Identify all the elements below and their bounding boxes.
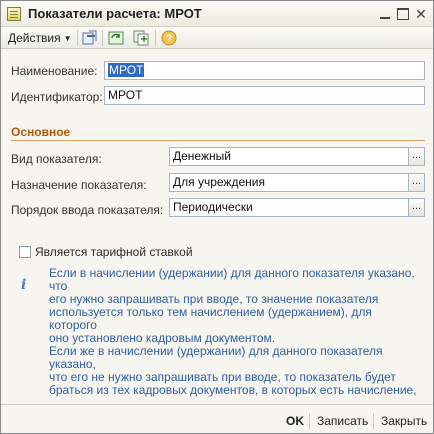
info-line: Если же в начислении (удержании) для дан… [49, 344, 383, 371]
chevron-down-icon: ▼ [63, 34, 72, 43]
new-icon[interactable] [82, 30, 99, 46]
input-order-select[interactable]: Периодически ... [169, 198, 425, 217]
identifier-field[interactable]: МРОТ [104, 86, 425, 105]
window-title: Показатели расчета: МРОТ [28, 6, 202, 21]
toolbar: Действия ▼ ? [1, 27, 433, 49]
help-icon[interactable]: ? [161, 30, 178, 46]
dialog-window: Показатели расчета: МРОТ ✕ Действия ▼ ? Н… [0, 0, 434, 434]
info-line: браться из тех кадровых документов, в ко… [49, 383, 417, 397]
section-title: Основное [11, 125, 71, 139]
title-bar[interactable]: Показатели расчета: МРОТ ✕ [1, 1, 433, 27]
ok-button[interactable]: OK [286, 414, 304, 428]
toolbar-divider [102, 30, 103, 46]
document-icon [7, 7, 21, 21]
minimize-button[interactable] [377, 6, 393, 22]
actions-menu-button[interactable]: Действия ▼ [6, 30, 74, 46]
info-icon: i [21, 277, 27, 293]
identifier-label: Идентификатор: [11, 90, 103, 104]
tariff-rate-label[interactable]: Является тарифной ставкой [35, 245, 193, 259]
actions-label: Действия [8, 31, 61, 45]
indicator-type-select[interactable]: Денежный ... [169, 147, 425, 166]
name-label: Наименование: [11, 64, 98, 78]
close-window-button[interactable]: ✕ [413, 6, 429, 22]
button-divider [309, 413, 310, 429]
copy-icon[interactable] [133, 30, 150, 46]
toolbar-divider [155, 30, 156, 46]
section-divider [11, 140, 425, 141]
input-order-label: Порядок ввода показателя: [11, 203, 164, 217]
indicator-type-label: Вид показателя: [11, 152, 102, 166]
button-divider [373, 413, 374, 429]
maximize-button[interactable] [395, 6, 411, 22]
indicator-purpose-label: Назначение показателя: [11, 178, 147, 192]
toolbar-divider [77, 30, 78, 46]
info-line: используется только тем начислением (уде… [49, 305, 372, 332]
name-field[interactable]: МРОТ [104, 61, 425, 80]
info-line: Если в начислении (удержании) для данног… [49, 266, 415, 293]
refresh-icon[interactable] [108, 30, 125, 46]
indicator-purpose-value: Для учреждения [169, 173, 409, 192]
save-button[interactable]: Записать [317, 414, 368, 428]
bottom-bar: OK Записать Закрыть [1, 404, 433, 433]
input-order-select-button[interactable]: ... [409, 198, 425, 217]
info-text: Если в начислении (удержании) для данног… [49, 267, 419, 397]
svg-text:?: ? [166, 33, 173, 45]
indicator-type-select-button[interactable]: ... [409, 147, 425, 166]
close-button[interactable]: Закрыть [381, 414, 427, 428]
name-value: МРОТ [108, 63, 145, 77]
indicator-type-value: Денежный [169, 147, 409, 166]
tariff-rate-checkbox[interactable] [19, 246, 31, 258]
indicator-purpose-select[interactable]: Для учреждения ... [169, 173, 425, 192]
input-order-value: Периодически [169, 198, 409, 217]
indicator-purpose-select-button[interactable]: ... [409, 173, 425, 192]
